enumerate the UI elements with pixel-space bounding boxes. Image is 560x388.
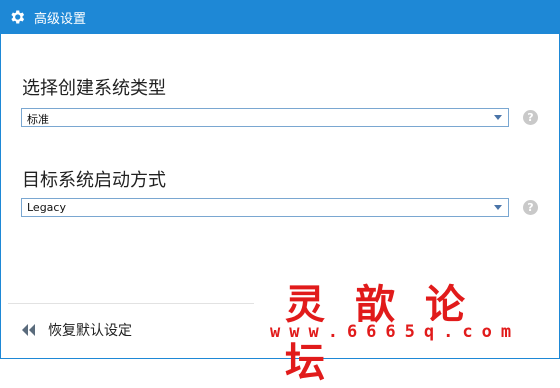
section-title-system-type: 选择创建系统类型 <box>22 78 166 99</box>
restore-defaults-button[interactable]: 恢复默认设定 <box>20 320 132 340</box>
section-title-boot-mode: 目标系统启动方式 <box>22 170 166 191</box>
boot-mode-value: Legacy <box>27 201 66 214</box>
help-icon[interactable]: ? <box>523 200 538 215</box>
chevron-down-icon[interactable] <box>494 205 502 210</box>
system-type-value: 标准 <box>27 113 49 126</box>
restore-defaults-label: 恢复默认设定 <box>48 323 132 339</box>
back-arrows-icon <box>22 324 35 336</box>
title-bar: 高级设置 <box>0 0 560 34</box>
help-icon[interactable]: ? <box>523 110 538 125</box>
divider <box>8 303 254 304</box>
boot-mode-select[interactable]: Legacy <box>21 198 509 217</box>
chevron-down-icon[interactable] <box>494 115 502 120</box>
gear-icon <box>11 10 25 24</box>
watermark-url: www.6665q.com <box>270 322 521 342</box>
window-title: 高级设置 <box>34 11 87 27</box>
system-type-select[interactable]: 标准 <box>21 108 509 127</box>
